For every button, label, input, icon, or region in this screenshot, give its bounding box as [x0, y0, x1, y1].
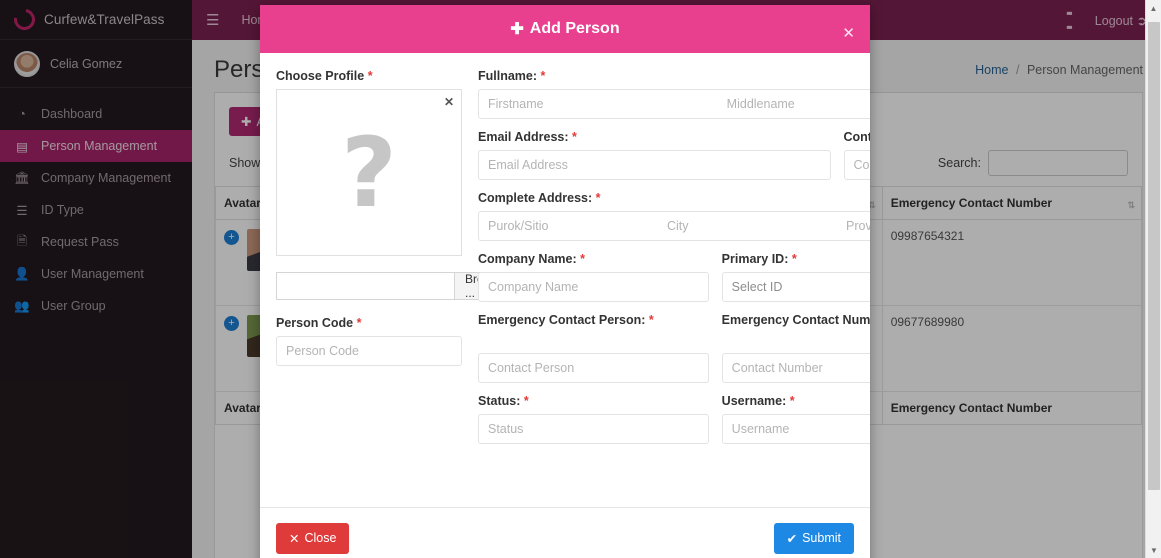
modal-footer: ✕ Close ✔ Submit: [260, 508, 870, 558]
close-button[interactable]: ✕ Close: [276, 522, 350, 554]
emergency-contact-person-input[interactable]: [478, 353, 709, 383]
label-text: Emergency Contact Number:: [721, 313, 870, 327]
company-name-input[interactable]: [478, 272, 709, 302]
middlename-input[interactable]: [717, 90, 870, 118]
person-code-label: Person Code *: [276, 316, 462, 330]
label-text: Company Name:: [478, 252, 577, 266]
email-input[interactable]: [478, 150, 831, 180]
required-mark: *: [572, 130, 577, 144]
scroll-down-icon[interactable]: ▼: [1146, 542, 1161, 558]
label-text: Primary ID:: [721, 252, 789, 266]
primary-id-group: Primary ID: * Select ID: [721, 252, 870, 302]
required-mark: *: [540, 69, 546, 83]
label-text: Username:: [721, 394, 787, 408]
province-input[interactable]: [837, 212, 870, 240]
check-icon: ✔: [786, 531, 798, 546]
emergency-contact-number-group: Emergency Contact Number: *: [721, 313, 870, 383]
app-root: Curfew&TravelPass Celia Gomez ◔ Dashboar…: [0, 0, 1161, 558]
submit-button[interactable]: ✔ Submit: [773, 522, 854, 554]
plus-icon: ✚: [510, 21, 524, 38]
clear-image-icon[interactable]: ✕: [444, 95, 454, 109]
fullname-fields: [478, 89, 870, 119]
label-text: Choose Profile: [276, 69, 365, 83]
person-code-input[interactable]: [276, 336, 462, 366]
required-mark: *: [789, 394, 795, 408]
file-path-input[interactable]: [276, 272, 455, 300]
company-id-row: Company Name: * Primary ID: * Select ID: [478, 252, 870, 302]
firstname-input[interactable]: [479, 90, 718, 118]
primary-id-label: Primary ID: *: [722, 252, 870, 266]
question-mark-icon: ?: [341, 116, 397, 229]
required-mark: *: [367, 69, 373, 83]
required-mark: *: [791, 252, 797, 266]
file-upload-row: Browse ...: [276, 272, 517, 300]
label-text: Emergency Contact Person:: [478, 313, 646, 327]
add-person-modal: ✚ Add Person ✕ Choose Profile * ✕ ? Brow…: [260, 5, 870, 558]
required-mark: *: [595, 191, 601, 205]
fullname-group: Fullname: *: [478, 69, 870, 119]
person-code-group: Person Code *: [276, 316, 462, 366]
choose-profile-label: Choose Profile *: [276, 69, 462, 83]
profile-image-preview[interactable]: ✕ ?: [276, 89, 462, 256]
scroll-up-icon[interactable]: ▲: [1146, 0, 1161, 16]
username-group: Username: *: [721, 394, 870, 444]
required-mark: *: [648, 313, 654, 327]
page-scrollbar[interactable]: ▲ ▼: [1145, 0, 1161, 558]
contact-row: Email Address: * Contact Number: *: [478, 130, 870, 180]
fullname-label: Fullname: *: [478, 69, 870, 83]
modal-title-text: Add Person: [529, 20, 620, 37]
label-text: Email Address:: [478, 130, 569, 144]
username-input[interactable]: [721, 414, 870, 444]
status-input[interactable]: [478, 414, 709, 444]
submit-button-label: Submit: [802, 531, 841, 545]
email-group: Email Address: *: [478, 130, 831, 180]
purok-input[interactable]: [479, 212, 658, 240]
label-text: Status:: [478, 394, 521, 408]
status-label: Status: *: [478, 394, 709, 408]
label-text: Fullname:: [478, 69, 538, 83]
close-button-label: Close: [304, 531, 337, 545]
contact-number-label: Contact Number: *: [844, 130, 871, 144]
scrollbar-thumb[interactable]: [1148, 22, 1160, 490]
city-input[interactable]: [658, 212, 837, 240]
primary-id-select[interactable]: Select ID: [721, 272, 870, 302]
emergency-contact-person-group: Emergency Contact Person: *: [478, 313, 709, 383]
details-column: Fullname: * Email Address: *: [478, 69, 870, 497]
status-group: Status: *: [478, 394, 709, 444]
emergency-contact-number-label: Emergency Contact Number: *: [722, 313, 870, 347]
company-name-group: Company Name: *: [478, 252, 709, 302]
required-mark: *: [523, 394, 529, 408]
modal-body: Choose Profile * ✕ ? Browse ... Person C…: [260, 53, 870, 508]
address-fields: [478, 211, 870, 241]
emergency-contact-number-input[interactable]: [721, 353, 870, 383]
emergency-row: Emergency Contact Person: * Emergency Co…: [478, 313, 870, 383]
emergency-contact-person-label: Emergency Contact Person: *: [478, 313, 709, 347]
profile-column: Choose Profile * ✕ ? Browse ... Person C…: [276, 69, 517, 497]
address-group: Complete Address: *: [478, 191, 870, 241]
label-text: Complete Address:: [478, 191, 593, 205]
modal-header: ✚ Add Person ✕: [260, 5, 870, 53]
username-label: Username: *: [722, 394, 870, 408]
label-text: Person Code: [276, 316, 354, 330]
x-icon: ✕: [289, 531, 300, 546]
company-name-label: Company Name: *: [478, 252, 709, 266]
account-row: Status: * Username: *: [478, 394, 870, 444]
address-label: Complete Address: *: [478, 191, 870, 205]
modal-title: ✚ Add Person: [510, 19, 619, 39]
required-mark: *: [356, 316, 362, 330]
close-icon[interactable]: ✕: [842, 26, 855, 41]
email-label: Email Address: *: [478, 130, 831, 144]
contact-number-group: Contact Number: *: [843, 130, 871, 180]
contact-number-input[interactable]: [843, 150, 870, 180]
required-mark: *: [580, 252, 585, 266]
label-text: Contact Number:: [843, 130, 871, 144]
